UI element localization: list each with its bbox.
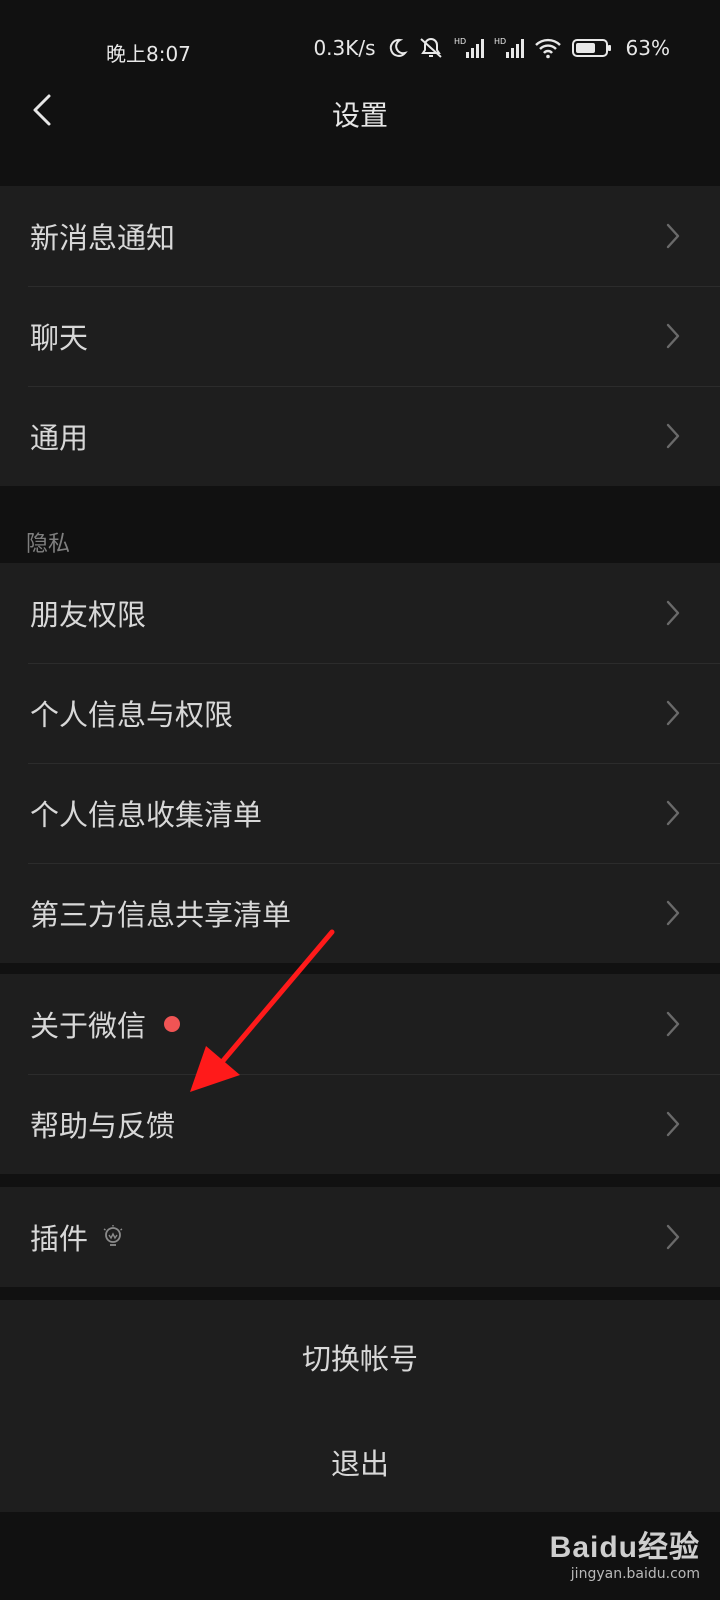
logout-label: 退出 [330,1447,389,1481]
menu-item-label: 关于微信 [30,1009,147,1043]
menu-item-chat[interactable]: 聊天 [0,286,720,386]
svg-text:HD: HD [494,37,506,46]
logout-button[interactable]: 退出 [0,1412,720,1512]
chevron-right-icon [666,600,680,630]
status-icons: 0.3K/s HD HD 63% [313,36,670,60]
chevron-right-icon [666,900,680,930]
chevron-right-icon [666,700,680,730]
logout-group: 退出 [0,1412,720,1512]
chevron-right-icon [666,323,680,353]
chevron-right-icon [666,423,680,453]
switch-account-group: 切换帐号 [0,1300,720,1414]
menu-item-personal-info-permissions[interactable]: 个人信息与权限 [0,663,720,763]
nav-bar: 设置 [0,70,720,156]
chevron-right-icon [666,223,680,253]
settings-group-plugins: 插件 [0,1187,720,1287]
menu-item-label: 插件 [30,1222,89,1256]
chevron-right-icon [666,1011,680,1041]
baidu-watermark: Baidu经验 jingyan.baidu.com [550,1522,700,1582]
signal-hd-icon: HD [494,36,524,60]
menu-item-general[interactable]: 通用 [0,386,720,486]
status-time: 晚上8:07 [106,42,191,66]
page-title: 设置 [331,99,388,132]
chevron-right-icon [666,1224,680,1254]
settings-group-general: 新消息通知 聊天 通用 [0,186,720,486]
menu-item-label: 个人信息与权限 [30,698,234,732]
menu-item-label: 聊天 [30,321,89,355]
chevron-right-icon [666,800,680,830]
mute-icon [418,36,444,60]
net-speed: 0.3K/s [313,36,376,60]
menu-item-label: 第三方信息共享清单 [30,898,292,932]
watermark-site: jingyan.baidu.com [570,1566,700,1582]
lightbulb-icon [102,1225,124,1249]
signal-hd-icon: HD [454,36,484,60]
menu-item-label: 个人信息收集清单 [30,798,263,832]
red-dot-badge [164,1016,181,1032]
settings-group-about: 关于微信 帮助与反馈 [0,974,720,1174]
watermark-logo: Baidu经验 [549,1531,700,1564]
menu-item-third-party-sharing-list[interactable]: 第三方信息共享清单 [0,863,720,963]
menu-item-about-wechat[interactable]: 关于微信 [0,974,720,1074]
menu-item-label: 朋友权限 [30,598,147,632]
switch-account-label: 切换帐号 [301,1342,418,1376]
section-title-privacy: 隐私 [26,532,71,557]
menu-item-new-message-notifications[interactable]: 新消息通知 [0,186,720,286]
menu-item-label: 帮助与反馈 [30,1109,176,1143]
battery-icon [571,38,612,58]
wifi-icon [534,37,562,59]
menu-item-plugins[interactable]: 插件 [0,1187,720,1287]
battery-percent: 63% [625,36,670,60]
svg-text:HD: HD [454,37,466,46]
moon-icon [386,37,408,59]
menu-item-help-feedback[interactable]: 帮助与反馈 [0,1074,720,1174]
menu-item-personal-info-collection-list[interactable]: 个人信息收集清单 [0,763,720,863]
switch-account-button[interactable]: 切换帐号 [0,1300,720,1414]
menu-item-friend-permissions[interactable]: 朋友权限 [0,563,720,663]
chevron-right-icon [666,1111,680,1141]
menu-item-label: 通用 [30,421,89,455]
settings-group-privacy: 朋友权限 个人信息与权限 个人信息收集清单 第三方信息共享清单 [0,563,720,963]
menu-item-label: 新消息通知 [30,221,176,255]
